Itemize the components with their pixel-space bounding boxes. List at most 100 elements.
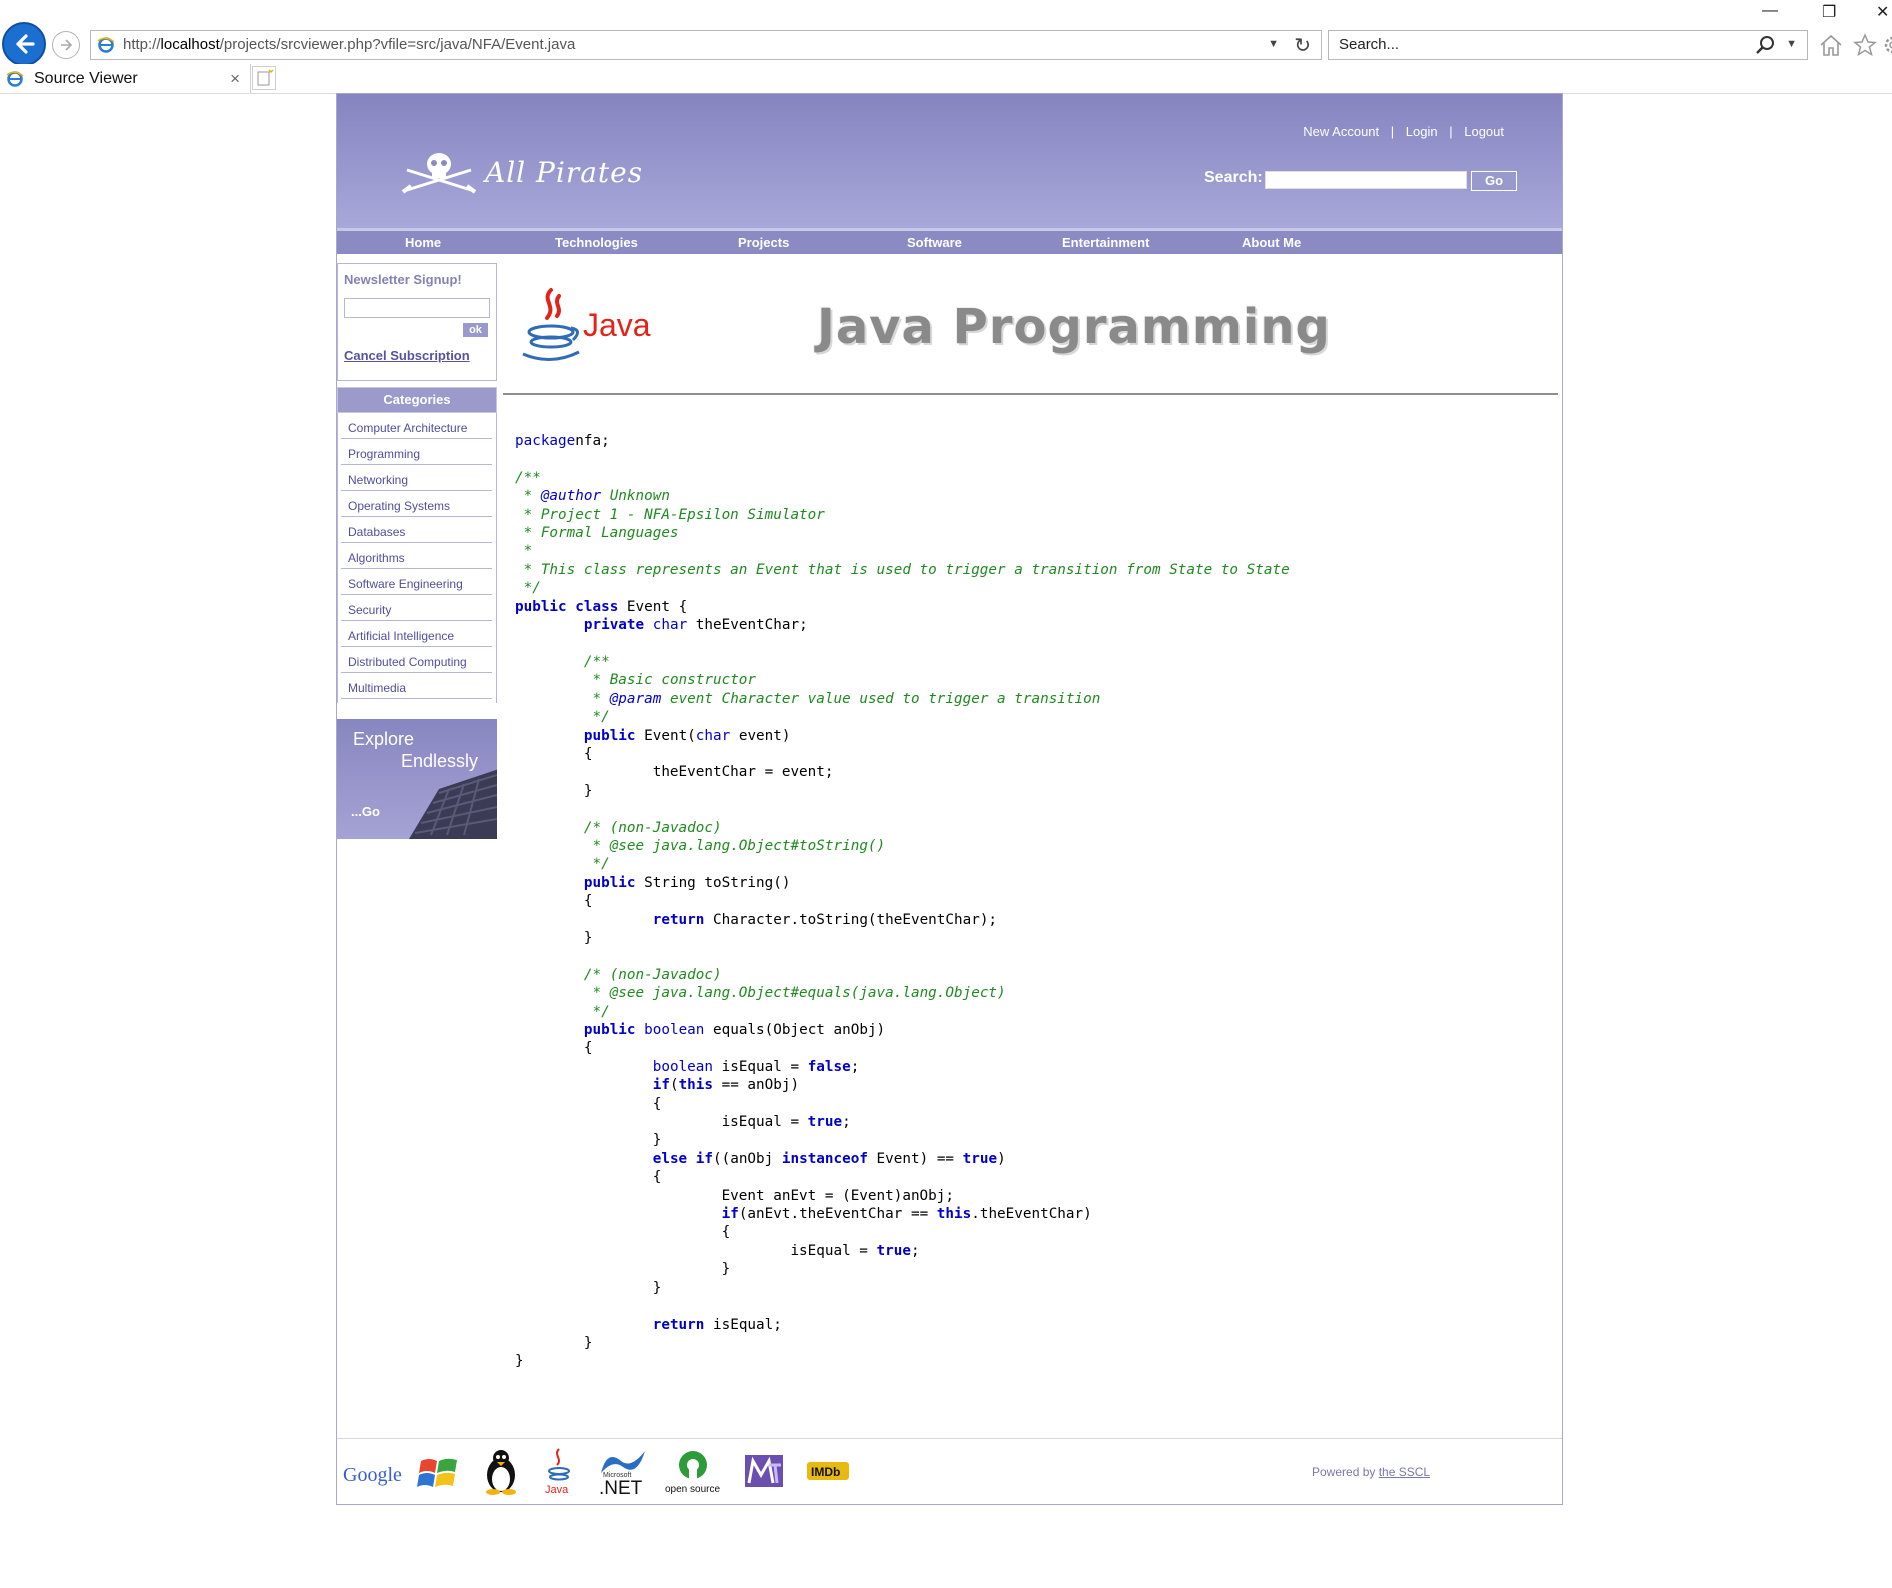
code-line: { [515, 746, 593, 762]
favorites-star-icon[interactable] [1852, 32, 1878, 58]
settings-gear-icon[interactable] [1880, 32, 1892, 58]
login-link[interactable]: Login [1406, 124, 1438, 139]
code-token: equals(Object anObj) [704, 1022, 886, 1038]
newsletter-email-input[interactable] [344, 298, 490, 318]
page-title: Java Programming [817, 299, 1331, 355]
code-line: Event anEvt = (Event)anObj; [515, 1188, 954, 1204]
code-token: if [695, 1150, 713, 1167]
code-token: * Basic constructor [583, 672, 757, 689]
explore-go-link[interactable]: ...Go [351, 804, 380, 819]
new-tab-button[interactable] [252, 66, 276, 90]
code-line: public String toString() [515, 875, 791, 891]
code-token: Unknown [601, 488, 670, 505]
mtv-logo[interactable] [743, 1447, 787, 1495]
category-distributed-computing[interactable]: Distributed Computing [341, 647, 492, 673]
refresh-icon[interactable]: ↻ [1294, 33, 1311, 58]
code-token: */ [583, 709, 610, 726]
tab-source-viewer[interactable]: Source Viewer × [0, 64, 251, 94]
code-token: else [652, 1150, 688, 1167]
restore-icon[interactable]: ❐ [1822, 2, 1836, 22]
site-search-input[interactable] [1265, 171, 1467, 189]
category-computer-architecture[interactable]: Computer Architecture [341, 413, 492, 439]
code-token: } [515, 1334, 593, 1351]
back-button[interactable] [2, 22, 46, 66]
code-line: * Formal Languages [515, 525, 679, 541]
new-tab-icon [257, 69, 274, 86]
newsletter-ok-button[interactable]: ok [463, 323, 488, 337]
tab-close-icon[interactable]: × [230, 69, 240, 89]
code-line: */ [515, 856, 610, 873]
category-operating-systems[interactable]: Operating Systems [341, 491, 492, 517]
google-logo[interactable]: Google [343, 1447, 405, 1495]
site-logo-text[interactable]: All Pirates [485, 156, 643, 189]
code-line: packagenfa; [515, 433, 610, 449]
category-databases[interactable]: Databases [341, 517, 492, 543]
category-security[interactable]: Security [341, 595, 492, 621]
nav-entertainment[interactable]: Entertainment [1062, 235, 1149, 250]
nav-projects[interactable]: Projects [738, 235, 789, 250]
open-source-logo[interactable]: open source [665, 1447, 725, 1495]
code-token: /** [583, 653, 610, 670]
close-window-icon[interactable]: ✕ [1876, 2, 1889, 22]
address-bar[interactable]: http://localhost/projects/srcviewer.php?… [90, 30, 1322, 60]
java-small-logo[interactable]: Java [541, 1447, 577, 1495]
category-software-engineering[interactable]: Software Engineering [341, 569, 492, 595]
nav-technologies[interactable]: Technologies [555, 235, 638, 250]
minimize-icon[interactable]: — [1762, 2, 1778, 20]
forward-button[interactable] [52, 31, 80, 59]
code-token: this [678, 1077, 713, 1094]
link-separator: | [1449, 124, 1453, 139]
code-token: this [936, 1206, 972, 1223]
code-line: } [515, 1261, 731, 1277]
linux-tux-logo[interactable] [479, 1447, 523, 1495]
nav-software[interactable]: Software [907, 235, 962, 250]
browser-search-box[interactable]: Search... ▼ [1328, 30, 1808, 60]
category-programming[interactable]: Programming [341, 439, 492, 465]
code-token: instanceof [781, 1150, 868, 1167]
link-separator: | [1390, 124, 1395, 139]
category-multimedia[interactable]: Multimedia [341, 673, 492, 699]
code-token: * @see java.lang.Object#toString() [583, 837, 886, 854]
code-token: == anObj) [713, 1077, 800, 1094]
explore-banner[interactable]: Explore Endlessly ...Go [337, 719, 497, 839]
code-line: public class Event { [515, 599, 687, 615]
sscl-link[interactable]: the SSCL [1379, 1465, 1430, 1479]
code-line: */ [515, 709, 610, 726]
cancel-subscription-link[interactable]: Cancel Subscription [344, 348, 470, 363]
category-networking[interactable]: Networking [341, 465, 492, 491]
site-search-go-button[interactable]: Go [1471, 171, 1517, 191]
code-line: { [515, 1040, 593, 1057]
newsletter-title: Newsletter Signup! [344, 272, 462, 287]
code-token: true [876, 1242, 911, 1259]
skull-crossbones-logo[interactable] [399, 146, 479, 198]
ie-page-icon [97, 37, 115, 53]
category-algorithms[interactable]: Algorithms [341, 543, 492, 569]
address-dropdown-icon[interactable]: ▼ [1268, 38, 1279, 50]
code-token: * Formal Languages [515, 525, 679, 542]
code-token: event) [730, 727, 791, 744]
code-token: public [515, 598, 567, 615]
nav-about-me[interactable]: About Me [1242, 235, 1301, 250]
windows-logo[interactable] [417, 1447, 461, 1495]
search-icon[interactable] [1755, 34, 1777, 56]
home-icon[interactable] [1818, 32, 1844, 58]
nav-home[interactable]: Home [405, 235, 441, 250]
imdb-logo[interactable]: IMDb [805, 1447, 851, 1495]
dotnet-logo[interactable]: Microsoft .NET [597, 1447, 651, 1495]
category-artificial-intelligence[interactable]: Artificial Intelligence [341, 621, 492, 647]
code-token: { [515, 1040, 593, 1057]
code-line: { [515, 1096, 662, 1112]
new-account-link[interactable]: New Account [1303, 124, 1379, 139]
search-dropdown-icon[interactable]: ▼ [1786, 38, 1797, 50]
code-line: return Character.toString(theEventChar); [515, 912, 997, 928]
logout-link[interactable]: Logout [1464, 124, 1504, 139]
code-token: */ [583, 1003, 610, 1020]
code-line: */ [515, 580, 541, 596]
code-token: */ [583, 856, 610, 873]
